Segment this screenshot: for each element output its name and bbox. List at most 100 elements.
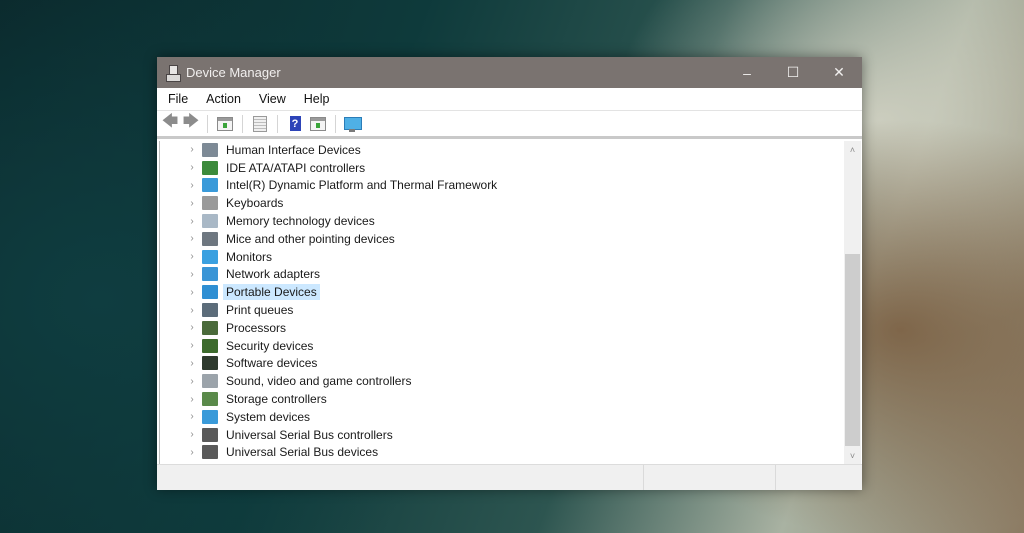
scan-monitor-icon	[344, 117, 362, 132]
vertical-scrollbar[interactable]: ˄ ˅	[844, 141, 861, 464]
expand-chevron-icon[interactable]: ›	[187, 447, 197, 458]
tree-item-software-devices[interactable]: › Software devices	[160, 355, 844, 373]
menu-bar: File Action View Help	[157, 88, 862, 111]
tree-item-security-devices[interactable]: › Security devices	[160, 337, 844, 355]
scroll-up-arrow-icon[interactable]: ˄	[844, 141, 861, 158]
scroll-down-arrow-icon[interactable]: ˅	[844, 447, 861, 464]
tree-item-portable-devices[interactable]: › Portable Devices	[160, 283, 844, 301]
minimize-button[interactable]: –	[724, 57, 770, 88]
keyboard-icon	[202, 196, 218, 211]
toolbar-separator	[242, 114, 243, 133]
tree-item-label: Print queues	[226, 303, 294, 318]
help-button[interactable]: ?	[285, 114, 305, 134]
properties-button[interactable]	[250, 114, 270, 134]
mouse-icon	[202, 231, 218, 246]
tree-item-label: Memory technology devices	[226, 214, 375, 229]
tree-item-monitors[interactable]: › Monitors	[160, 248, 844, 266]
scan-hardware-button[interactable]	[343, 114, 363, 134]
title-bar[interactable]: Device Manager – ☐ ✕	[157, 57, 862, 88]
properties-icon	[253, 115, 267, 132]
usb-icon	[202, 445, 218, 460]
menu-view[interactable]: View	[249, 92, 294, 106]
show-action-pane-button[interactable]	[308, 114, 328, 134]
tree-item-label: Software devices	[226, 356, 318, 371]
device-manager-icon	[166, 64, 181, 82]
expand-chevron-icon[interactable]: ›	[187, 376, 197, 387]
expand-chevron-icon[interactable]: ›	[187, 180, 197, 191]
security-device-icon	[202, 338, 218, 353]
tree-item-label: Monitors	[226, 249, 273, 264]
show-hide-console-tree-button[interactable]	[215, 114, 235, 134]
tree-item-label: Human Interface Devices	[226, 142, 361, 157]
status-cell	[644, 465, 776, 490]
tree-item-label: Universal Serial Bus controllers	[226, 427, 393, 442]
device-tree-pane: › Human Interface Devices › IDE ATA/ATAPI c…	[159, 141, 861, 464]
menu-action[interactable]: Action	[196, 92, 249, 106]
tree-item-intel-r-dynamic-platform-and-thermal-framework[interactable]: › Intel(R) Dynamic Platform and Thermal F…	[160, 177, 844, 195]
expand-chevron-icon[interactable]: ›	[187, 251, 197, 262]
tree-item-label: Keyboards	[226, 196, 284, 211]
toolbar-separator	[207, 114, 208, 133]
system-devices-icon	[202, 409, 218, 424]
tree-item-system-devices[interactable]: › System devices	[160, 408, 844, 426]
tree-item-label: IDE ATA/ATAPI controllers	[226, 160, 366, 175]
back-arrow-icon: 🡄	[161, 113, 179, 130]
forward-arrow-icon: 🡆	[182, 113, 200, 130]
status-bar	[157, 464, 862, 490]
expand-chevron-icon[interactable]: ›	[187, 322, 197, 333]
tree-item-universal-serial-bus-controllers[interactable]: › Universal Serial Bus controllers	[160, 426, 844, 444]
tree-item-universal-serial-bus-devices[interactable]: › Universal Serial Bus devices	[160, 444, 844, 462]
forward-button[interactable]: 🡆	[182, 113, 200, 134]
expand-chevron-icon[interactable]: ›	[187, 287, 197, 298]
usb-icon	[202, 427, 218, 442]
help-icon: ?	[289, 116, 301, 131]
maximize-button[interactable]: ☐	[770, 57, 816, 88]
expand-chevron-icon[interactable]: ›	[187, 162, 197, 173]
tree-item-sound-video-and-game-controllers[interactable]: › Sound, video and game controllers	[160, 372, 844, 390]
window-title: Device Manager	[186, 65, 281, 80]
expand-chevron-icon[interactable]: ›	[187, 216, 197, 227]
tree-item-memory-technology-devices[interactable]: › Memory technology devices	[160, 212, 844, 230]
expand-chevron-icon[interactable]: ›	[187, 233, 197, 244]
speaker-icon	[202, 374, 218, 389]
tree-item-label: Storage controllers	[226, 392, 327, 407]
device-manager-window: Device Manager – ☐ ✕ File Action View He…	[157, 57, 862, 490]
tree-item-storage-controllers[interactable]: › Storage controllers	[160, 390, 844, 408]
tree-item-label: Intel(R) Dynamic Platform and Thermal Fr…	[226, 178, 498, 193]
tree-item-keyboards[interactable]: › Keyboards	[160, 194, 844, 212]
status-cell	[157, 465, 644, 490]
close-button[interactable]: ✕	[816, 57, 862, 88]
software-device-icon	[202, 356, 218, 371]
expand-chevron-icon[interactable]: ›	[187, 411, 197, 422]
toolbar-separator	[335, 114, 336, 133]
expand-chevron-icon[interactable]: ›	[187, 394, 197, 405]
network-adapter-icon	[202, 267, 218, 282]
scrollbar-thumb[interactable]	[845, 254, 860, 446]
tree-item-processors[interactable]: › Processors	[160, 319, 844, 337]
menu-file[interactable]: File	[157, 92, 196, 106]
tree-item-label: Sound, video and game controllers	[226, 374, 412, 389]
tree-item-human-interface-devices[interactable]: › Human Interface Devices	[160, 141, 844, 159]
expand-chevron-icon[interactable]: ›	[187, 358, 197, 369]
tree-item-ide-ata-atapi-controllers[interactable]: › IDE ATA/ATAPI controllers	[160, 159, 844, 177]
ide-controller-icon	[202, 160, 218, 175]
tree-item-label: System devices	[226, 409, 311, 424]
expand-chevron-icon[interactable]: ›	[187, 269, 197, 280]
back-button[interactable]: 🡄	[161, 113, 179, 134]
expand-chevron-icon[interactable]: ›	[187, 305, 197, 316]
expand-chevron-icon[interactable]: ›	[187, 340, 197, 351]
device-tree: › Human Interface Devices › IDE ATA/ATAPI c…	[160, 141, 844, 461]
expand-chevron-icon[interactable]: ›	[187, 144, 197, 155]
tree-item-label: Portable Devices	[223, 284, 320, 301]
tree-item-network-adapters[interactable]: › Network adapters	[160, 266, 844, 284]
tree-item-mice-and-other-pointing-devices[interactable]: › Mice and other pointing devices	[160, 230, 844, 248]
tree-item-label: Mice and other pointing devices	[226, 231, 395, 246]
menu-help[interactable]: Help	[294, 92, 338, 106]
storage-controller-icon	[202, 392, 218, 407]
expand-chevron-icon[interactable]: ›	[187, 198, 197, 209]
expand-chevron-icon[interactable]: ›	[187, 429, 197, 440]
printer-icon	[202, 303, 218, 318]
tree-item-print-queues[interactable]: › Print queues	[160, 301, 844, 319]
action-pane-icon	[310, 116, 326, 131]
toolbar-separator	[277, 114, 278, 133]
